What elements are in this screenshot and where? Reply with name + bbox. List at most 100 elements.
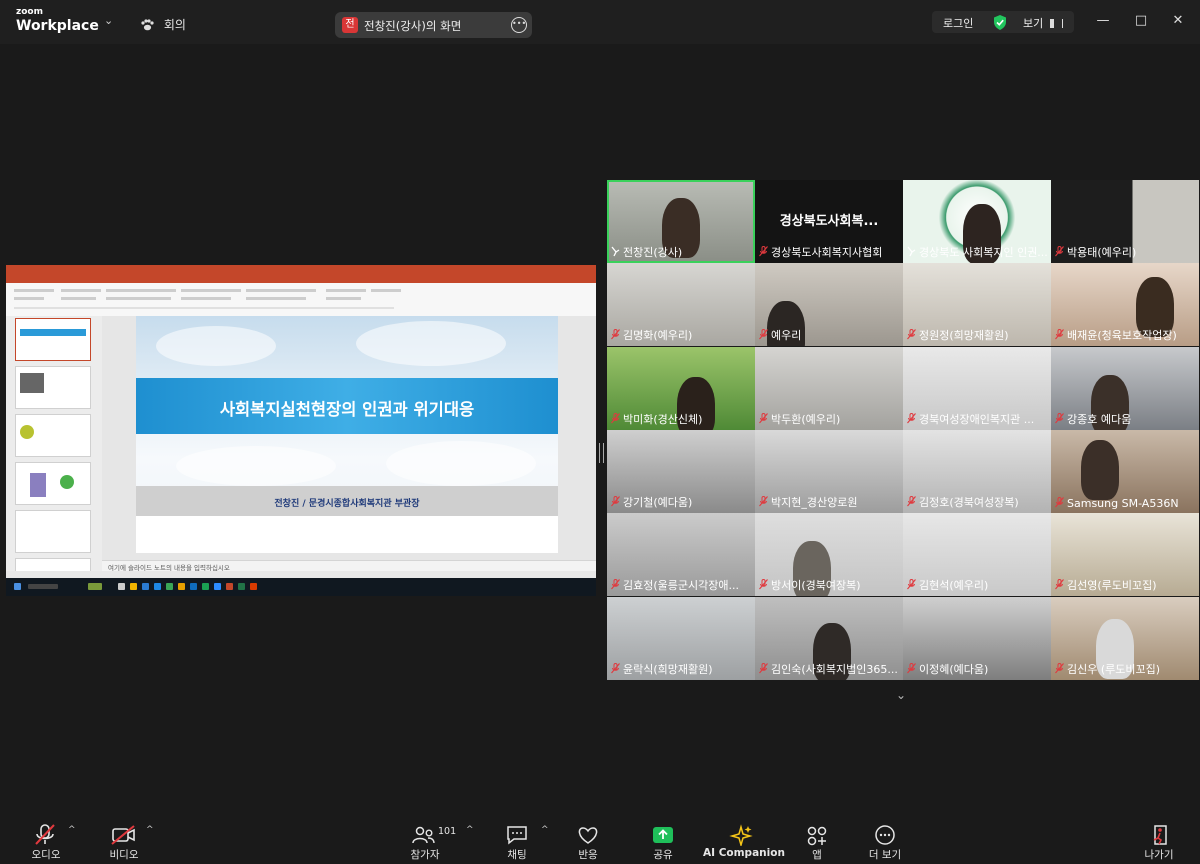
reactions-button[interactable]: 반응: [563, 812, 613, 864]
ai-companion-button[interactable]: AI Companion: [703, 812, 785, 864]
audio-button[interactable]: 오디오: [20, 812, 72, 864]
participant-tile[interactable]: 강기철(예다움): [607, 429, 755, 513]
participant-video: [1081, 439, 1119, 500]
participant-tile[interactable]: 박미화(경산신체): [607, 346, 755, 430]
participant-name: 김효정(울릉군시각장애...: [611, 577, 739, 593]
apps-label: 앱: [812, 849, 822, 861]
participant-tile[interactable]: 김현석(예우리): [903, 513, 1051, 597]
participant-name: 예우리: [759, 327, 801, 343]
participant-tile[interactable]: 정원정(희망재활원): [903, 263, 1051, 347]
shared-screen[interactable]: 사회복지실천현장의 인권과 위기대응 전창진 / 문경시종합사회복지관 부관장 …: [6, 265, 596, 596]
participant-count: 101: [438, 826, 457, 837]
view-label: 보기: [1023, 17, 1044, 30]
login-button[interactable]: 로그인: [943, 15, 973, 31]
chevron-down-icon[interactable]: ⌄: [104, 14, 113, 27]
mic-muted-icon: [1055, 246, 1064, 257]
ai-companion-label: AI Companion: [703, 847, 785, 859]
participant-tile[interactable]: 김효정(울릉군시각장애...: [607, 513, 755, 597]
participant-name-text: 전창진(강사): [623, 246, 683, 259]
participant-tile[interactable]: 예우리: [755, 263, 903, 347]
title-bar: zoom Workplace ⌄ 회의 전 전창진(강사)의 화면 ••• 로그…: [0, 0, 1200, 44]
participant-name: 박미화(경산신체): [611, 411, 702, 427]
grid-view-icon: [1049, 19, 1063, 28]
splitter-handle[interactable]: [599, 443, 604, 463]
share-screen-button[interactable]: 공유: [638, 812, 688, 864]
participant-name-text: 윤락식(희망재활원): [623, 662, 713, 676]
paw-icon: [141, 19, 154, 31]
participant-tile[interactable]: 경상북도사회복... 경상북도사회복지사협회: [755, 180, 903, 263]
slide-thumbnail[interactable]: [15, 462, 91, 505]
participant-tile[interactable]: Samsung SM-A536N: [1051, 429, 1199, 513]
chat-label: 채팅: [507, 849, 527, 861]
slide-thumbnail[interactable]: [15, 510, 91, 553]
maximize-icon[interactable]: □: [1133, 13, 1149, 28]
view-button[interactable]: 보기: [1023, 15, 1063, 31]
participant-tile[interactable]: 경상북도 사회복지인 인권...: [903, 180, 1051, 263]
mic-muted-icon: [611, 495, 620, 507]
participant-tile[interactable]: 이정혜(예다움): [903, 596, 1051, 680]
close-icon[interactable]: ✕: [1170, 13, 1186, 28]
screen-share-indicator[interactable]: 전 전창진(강사)의 화면 •••: [335, 12, 532, 38]
chat-button[interactable]: 채팅: [492, 812, 542, 864]
participant-name-text: 경상북도사회복지사협회: [771, 246, 883, 259]
powerpoint-ribbon: [6, 283, 596, 317]
apps-icon: [807, 826, 827, 846]
participant-tile[interactable]: 배재윤(청육보호작업장): [1051, 263, 1199, 347]
participant-name-text: 정원정(희망재활원): [919, 329, 1009, 343]
mic-muted-icon: [1055, 412, 1064, 423]
leave-button[interactable]: 나가기: [1134, 812, 1184, 864]
mic-muted-icon: [1055, 496, 1064, 508]
logo-zoom-text: zoom: [16, 7, 43, 17]
participant-name-text: 이정혜(예다움): [919, 662, 989, 676]
participant-tile[interactable]: 박두환(예우리): [755, 346, 903, 430]
slide-thumbnail[interactable]: [15, 414, 91, 457]
meeting-toolbar: 오디오 ^ 비디오 ^ 참가자 101 ^ 채팅 ^ 반응 공유 AI Comp…: [0, 812, 1200, 864]
mic-muted-icon: [611, 662, 620, 673]
audio-options-caret[interactable]: ^: [68, 825, 76, 835]
powerpoint-titlebar: [6, 265, 596, 274]
more-options-icon[interactable]: •••: [511, 17, 527, 33]
chat-options-caret[interactable]: ^: [541, 825, 549, 835]
speaking-icon: [907, 246, 916, 257]
participants-button[interactable]: 참가자: [400, 812, 450, 864]
meeting-label: 회의: [163, 18, 186, 32]
minimize-icon[interactable]: —: [1095, 13, 1111, 28]
participant-name: 경상북도사회복지사협회: [759, 244, 882, 260]
slide-editing-area[interactable]: 사회복지실천현장의 인권과 위기대응 전창진 / 문경시종합사회복지관 부관장: [102, 316, 596, 560]
slide-thumbnail[interactable]: [15, 318, 91, 361]
participant-name: 박두환(예우리): [759, 411, 840, 427]
participant-tile[interactable]: 김정호(경북여성장복): [903, 429, 1051, 513]
participant-tile[interactable]: 박지현_경산양로원: [755, 429, 903, 513]
participant-name-text: 김정호(경북여성장복): [919, 495, 1019, 509]
participant-tile[interactable]: 김선영(루도비꼬집): [1051, 513, 1199, 597]
slide-thumbnail[interactable]: [15, 366, 91, 409]
participant-tile[interactable]: 방서이(경북여장복): [755, 513, 903, 597]
windows-start-icon: [14, 583, 21, 590]
mic-muted-icon: [759, 579, 768, 590]
participant-name-text: 경상북도 사회복지인 인권...: [919, 246, 1047, 259]
video-options-caret[interactable]: ^: [146, 825, 154, 835]
video-button[interactable]: 비디오: [98, 812, 150, 864]
apps-button[interactable]: 앱: [792, 812, 842, 864]
participant-tile[interactable]: 김인숙(사회복지법인365...: [755, 596, 903, 680]
participant-tile[interactable]: 박용태(예우리): [1051, 180, 1199, 263]
gallery-next-page-icon[interactable]: ⌄: [896, 688, 906, 702]
slide-thumbnails[interactable]: [6, 316, 102, 573]
mic-muted-icon: [759, 412, 768, 423]
participant-tile[interactable]: 윤락식(희망재활원): [607, 596, 755, 680]
participant-tile[interactable]: 경북여성장애인복지관 ...: [903, 346, 1051, 430]
logo-workplace-text: Workplace: [16, 18, 99, 34]
more-button[interactable]: 더 보기: [858, 812, 912, 864]
more-label: 더 보기: [868, 849, 902, 861]
participants-options-caret[interactable]: ^: [466, 825, 474, 835]
participant-display-name: 경상북도사회복...: [779, 214, 879, 229]
participant-tile[interactable]: 전창진(강사): [607, 180, 755, 263]
participant-tile[interactable]: 강종호 예다움: [1051, 346, 1199, 430]
participant-name-text: 예우리: [771, 329, 802, 343]
security-shield-icon[interactable]: [993, 15, 1007, 30]
participant-name: Samsung SM-A536N: [1055, 496, 1179, 510]
meeting-menu[interactable]: 회의: [140, 16, 186, 33]
participant-tile[interactable]: 김신우 (루도비꼬집): [1051, 596, 1199, 680]
participant-name: 김선영(루도비꼬집): [1055, 577, 1157, 593]
participant-tile[interactable]: 김명화(예우리): [607, 263, 755, 347]
